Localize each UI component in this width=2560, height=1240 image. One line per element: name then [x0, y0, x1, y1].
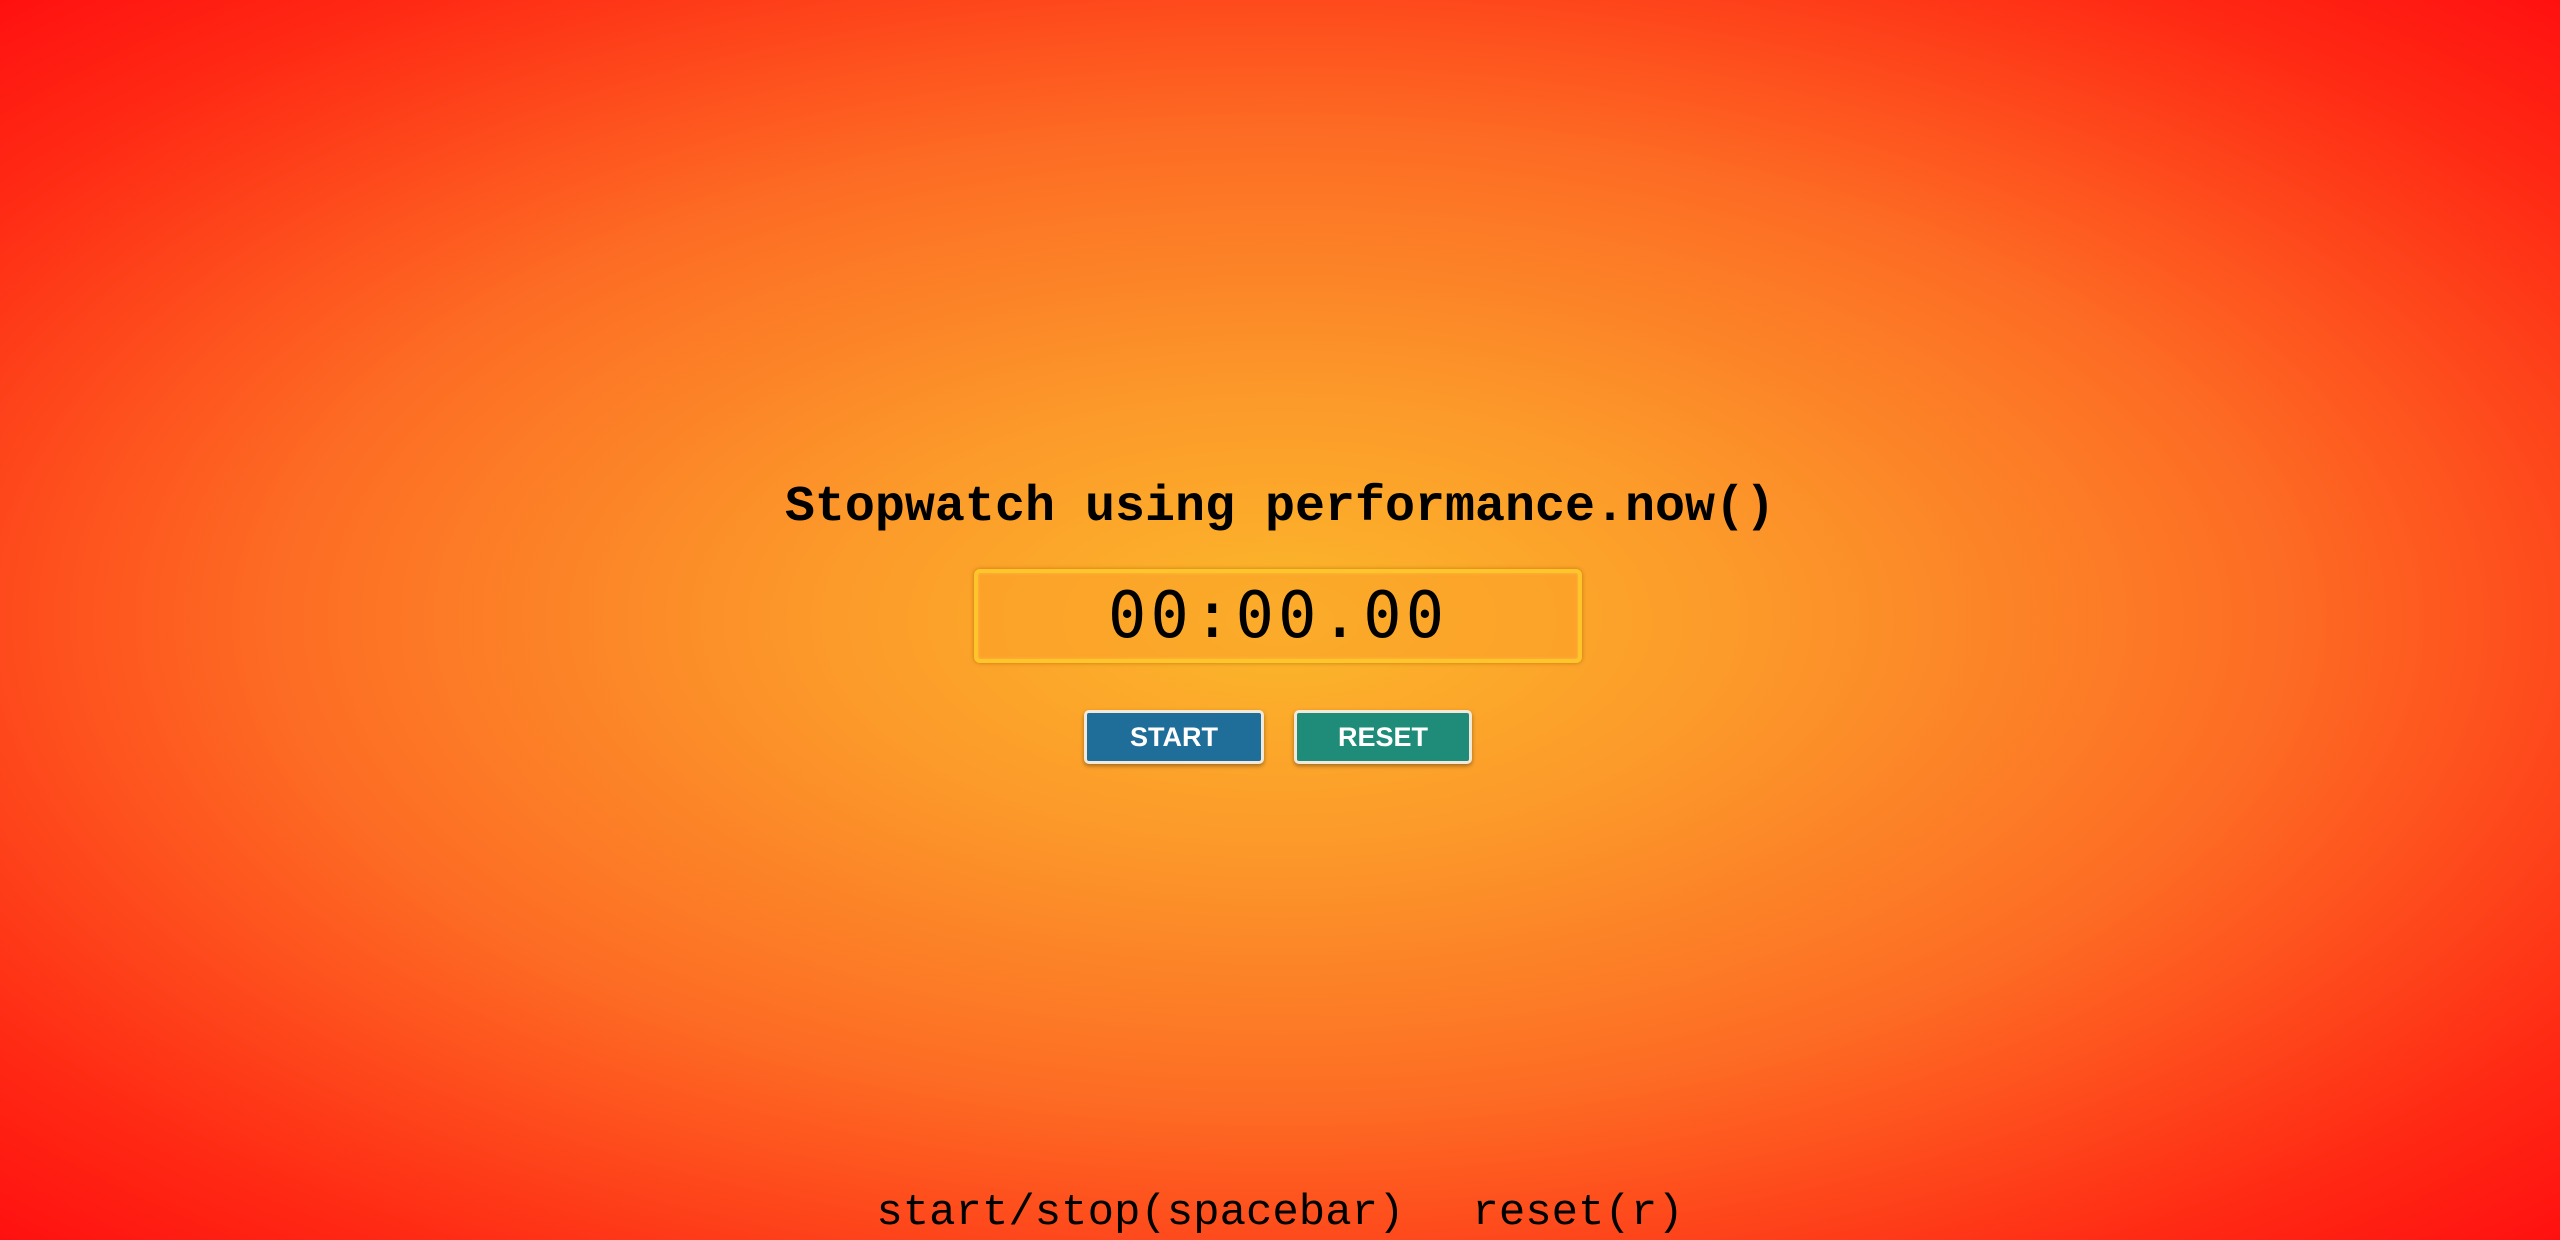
controls: START RESET — [0, 710, 2560, 764]
keyboard-hints: start/stop(spacebar) reset(r) — [0, 1186, 2560, 1240]
start-stop-hint: start/stop(spacebar) — [876, 1188, 1405, 1238]
page-title: Stopwatch using performance.now() — [784, 479, 1776, 536]
time-display: 00:00.00 — [974, 569, 1582, 663]
reset-button[interactable]: RESET — [1294, 710, 1472, 764]
start-button[interactable]: START — [1084, 710, 1264, 764]
reset-hint: reset(r) — [1472, 1188, 1684, 1238]
